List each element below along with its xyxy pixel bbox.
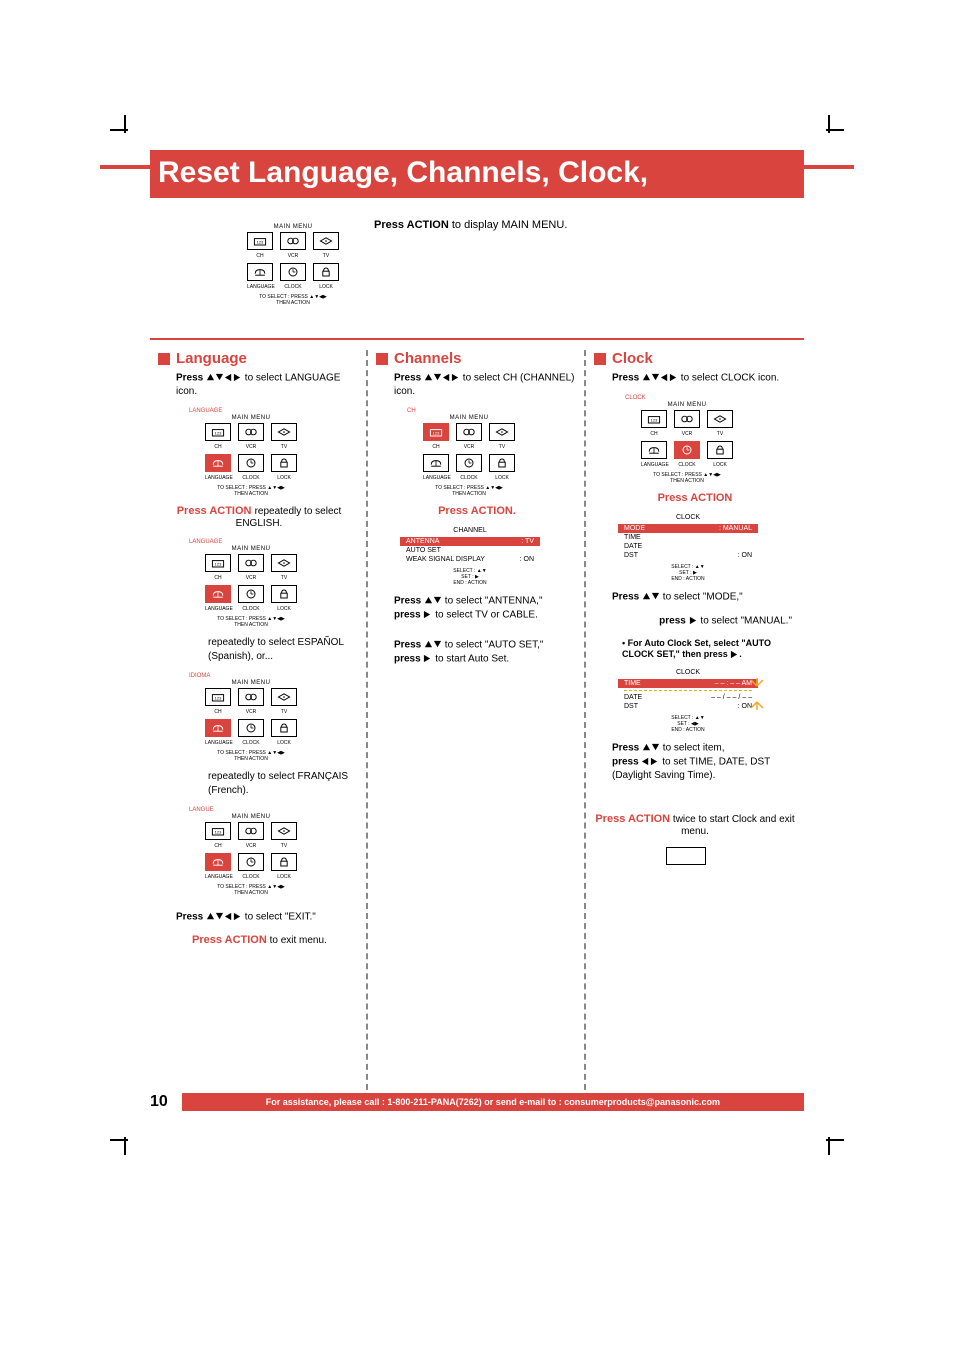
intro-text: Press ACTION to display MAIN MENU. — [374, 216, 567, 233]
language-instruction-3: repeatedly to select FRANÇAIS (French). — [208, 770, 360, 797]
channels-step-b: Press to select "AUTO SET," press to sta… — [394, 638, 578, 666]
svg-text:123: 123 — [215, 431, 222, 436]
menu-diagram-lang-1: LANGUAGEMAIN MENU123CHVCRTVLANGUAGECLOCK… — [186, 408, 316, 497]
clock-heading: Clock — [594, 350, 796, 367]
crop-mark — [110, 1121, 140, 1151]
language-heading: Language — [158, 350, 360, 367]
menu-diagram-clock: CLOCKMAIN MENU123CHVCRTVLANGUAGECLOCKLOC… — [622, 395, 752, 484]
crop-mark — [110, 115, 140, 145]
channels-column: Channels Press to select CH (CHANNEL) ic… — [368, 350, 586, 1050]
crop-mark — [814, 1121, 844, 1151]
language-column: Language Press to select LANGUAGE icon. … — [150, 350, 368, 1050]
press-action-channels: Press ACTION. — [376, 505, 578, 517]
crop-mark — [814, 115, 844, 145]
language-instruction-2: repeatedly to select ESPAÑOL (Spanish), … — [208, 636, 360, 663]
menu-diagram-channels: CHMAIN MENU123CHVCRTVLANGUAGECLOCKLOCKTO… — [404, 408, 534, 497]
main-menu-diagram: MAIN MENU123CHVCRTVLANGUAGECLOCKLOCKTO S… — [228, 224, 358, 306]
press-action-label: Press ACTION repeatedly to select ENGLIS… — [158, 505, 360, 529]
channels-heading: Channels — [376, 350, 578, 367]
svg-text:123: 123 — [257, 239, 264, 244]
menu-diagram-lang-2: LANGUAGEMAIN MENU123CHVCRTVLANGUAGECLOCK… — [186, 539, 316, 628]
page-title: Reset Language, Channels, Clock, — [150, 150, 804, 198]
footer-assistance-bar: For assistance, please call : 1-800-211-… — [182, 1093, 804, 1111]
svg-text:123: 123 — [215, 562, 222, 567]
page-footer: 10 For assistance, please call : 1-800-2… — [150, 1093, 804, 1111]
menu-diagram-lang-4: LANGUEMAIN MENU123CHVCRTVLANGUAGECLOCKLO… — [186, 807, 316, 896]
press-action-exit: Press ACTION to exit menu. — [192, 934, 360, 946]
press-action-clock-exit: Press ACTION twice to start Clock and ex… — [594, 813, 796, 837]
clock-step-a2: press to select "MANUAL." — [594, 614, 792, 628]
channels-step-a: Press to select "ANTENNA," press to sele… — [394, 594, 578, 622]
svg-text:123: 123 — [215, 830, 222, 835]
clock-autoset-note: • For Auto Clock Set, select "AUTO CLOCK… — [622, 638, 796, 662]
clock-column: Clock Press to select CLOCK icon. CLOCKM… — [586, 350, 804, 1050]
clock-submenu: CLOCKMODE: MANUALTIMEDATEDST: ONSELECT :… — [618, 514, 758, 582]
language-instruction: Press to select LANGUAGE icon. — [176, 371, 360, 398]
language-exit-instruction: Press to select "EXIT." — [176, 910, 360, 924]
channels-instruction: Press to select CH (CHANNEL) icon. — [394, 371, 578, 398]
clock-step-a: Press to select "MODE," — [612, 590, 796, 604]
clock-step-b: Press to select item, press to set TIME,… — [612, 741, 796, 782]
svg-text:123: 123 — [651, 417, 658, 422]
clock-instruction: Press to select CLOCK icon. — [612, 371, 796, 385]
page-number: 10 — [150, 1093, 168, 1111]
channel-submenu: CHANNELANTENNA: TVAUTO SETWEAK SIGNAL DI… — [400, 527, 540, 586]
clock-set-diagram: CLOCKTIME– – : – – AMDATE– – / – – / – –… — [618, 669, 758, 733]
divider — [150, 338, 804, 340]
menu-diagram-lang-3: IDIOMAMAIN MENU123CHVCRTVLANGUAGECLOCKLO… — [186, 673, 316, 762]
svg-text:123: 123 — [215, 696, 222, 701]
press-action-clock: Press ACTION — [594, 492, 796, 504]
svg-text:123: 123 — [433, 431, 440, 436]
end-box — [666, 847, 706, 865]
